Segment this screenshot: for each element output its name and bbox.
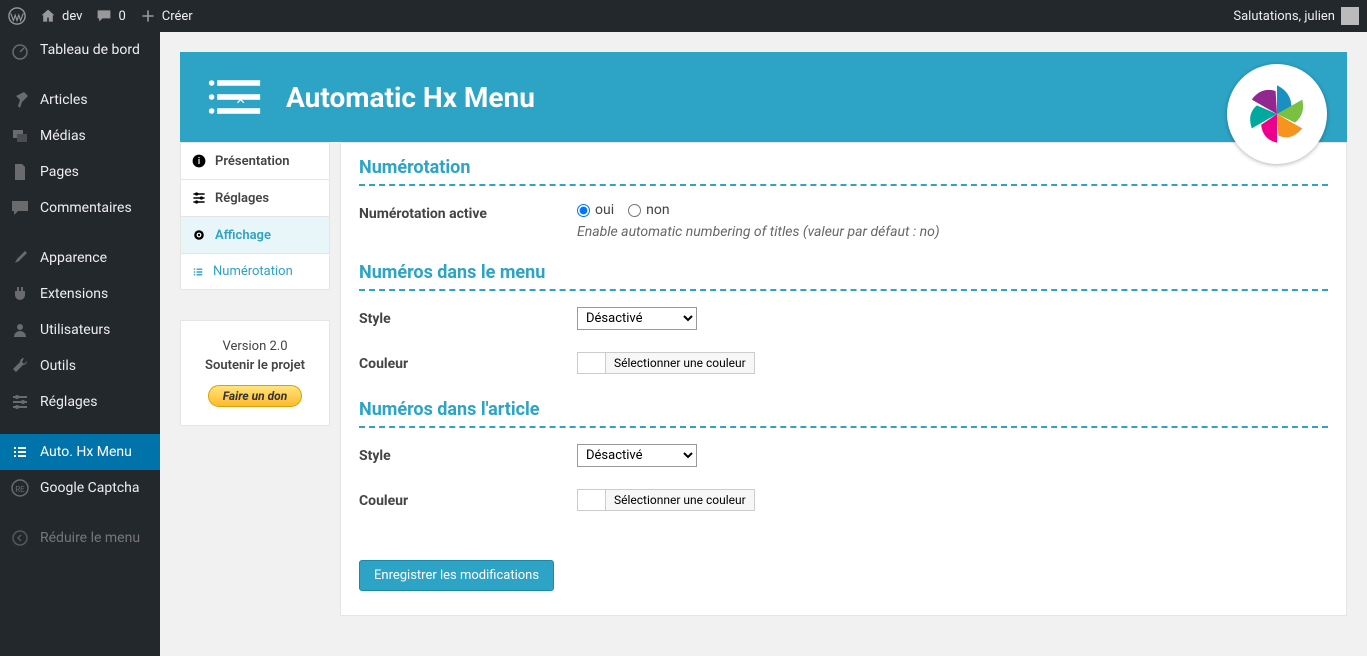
sidebar-item-captcha[interactable]: RE Google Captcha xyxy=(0,470,160,506)
sidebar-item-label: Réglages xyxy=(40,394,97,410)
avatar xyxy=(1341,7,1359,25)
account-link[interactable]: Salutations, julien xyxy=(1233,7,1359,25)
field-desc-active: Enable automatic numbering of titles (va… xyxy=(577,224,1328,240)
sub-tabs: i Présentation Réglages Affichage Numéro… xyxy=(180,142,330,290)
tab-reglages[interactable]: Réglages xyxy=(181,180,329,217)
wp-logo-link[interactable] xyxy=(8,7,26,25)
admin-bar: dev 0 Créer Salutations, julien xyxy=(0,0,1367,32)
sidebar-item-label: Extensions xyxy=(40,286,108,302)
submit-button[interactable]: Enregistrer les modifications xyxy=(359,560,554,591)
tab-label: Présentation xyxy=(215,154,290,169)
admin-sidebar: Tableau de bord Articles Médias Pages Co… xyxy=(0,32,160,656)
sidebar-item-label: Auto. Hx Menu xyxy=(40,444,132,460)
recaptcha-icon: RE xyxy=(10,478,30,498)
sidebar-item-hxmenu[interactable]: Auto. Hx Menu xyxy=(0,434,160,470)
sidebar-item-label: Commentaires xyxy=(40,200,132,216)
content-area: Automatic Hx Menu i Présentation xyxy=(160,32,1367,656)
donation-box: Version 2.0 Soutenir le projet Faire un … xyxy=(180,320,330,426)
sidebar-item-label: Apparence xyxy=(40,250,107,266)
collapse-icon xyxy=(10,528,30,548)
section-title-article: Numéros dans l'article xyxy=(359,399,1328,428)
version-text: Version 2.0 xyxy=(191,339,319,354)
brush-icon xyxy=(10,248,30,268)
color-select-button[interactable]: Sélectionner une couleur xyxy=(606,490,754,510)
select-style-menu[interactable]: Désactivé xyxy=(577,307,697,330)
select-style-article[interactable]: Désactivé xyxy=(577,444,697,467)
list-icon xyxy=(10,442,30,462)
tab-label: Numérotation xyxy=(213,264,293,279)
sidebar-item-label: Pages xyxy=(40,164,79,180)
sidebar-item-label: Réduire le menu xyxy=(40,530,140,546)
sidebar-collapse[interactable]: Réduire le menu xyxy=(0,520,160,556)
sidebar-item-label: Médias xyxy=(40,128,86,144)
sidebar-item-label: Articles xyxy=(40,92,88,108)
sidebar-item-media[interactable]: Médias xyxy=(0,118,160,154)
sidebar-item-label: Utilisateurs xyxy=(40,322,110,338)
radio-yes[interactable]: oui xyxy=(577,202,614,218)
sidebar-item-pages[interactable]: Pages xyxy=(0,154,160,190)
donate-button[interactable]: Faire un don xyxy=(208,385,303,407)
sidebar-item-label: Tableau de bord xyxy=(40,42,140,58)
tab-affichage[interactable]: Affichage xyxy=(181,217,329,254)
section-title-menu: Numéros dans le menu xyxy=(359,262,1328,291)
color-swatch xyxy=(578,353,606,373)
color-picker-menu[interactable]: Sélectionner une couleur xyxy=(577,352,755,374)
page-header: Automatic Hx Menu xyxy=(180,52,1347,142)
tab-label: Affichage xyxy=(215,228,271,243)
sidebar-item-appearance[interactable]: Apparence xyxy=(0,240,160,276)
color-select-button[interactable]: Sélectionner une couleur xyxy=(606,353,754,373)
comments-link[interactable]: 0 xyxy=(96,8,125,24)
tab-numerotation[interactable]: Numérotation xyxy=(181,254,329,289)
field-label-style-article: Style xyxy=(359,444,577,464)
color-swatch xyxy=(578,490,606,510)
support-text: Soutenir le projet xyxy=(191,358,319,373)
sidebar-item-users[interactable]: Utilisateurs xyxy=(0,312,160,348)
new-link[interactable]: Créer xyxy=(140,8,193,24)
info-icon: i xyxy=(191,153,207,169)
comment-icon xyxy=(10,198,30,218)
settings-form: Numérotation Numérotation active oui non… xyxy=(340,142,1347,616)
sidebar-item-plugins[interactable]: Extensions xyxy=(0,276,160,312)
wrench-icon xyxy=(10,356,30,376)
list-icon xyxy=(191,265,205,279)
radio-no[interactable]: non xyxy=(628,202,669,218)
site-link[interactable]: dev xyxy=(40,8,82,24)
gauge-icon xyxy=(10,40,30,60)
eye-icon xyxy=(191,227,207,243)
field-label-active: Numérotation active xyxy=(359,202,577,222)
tab-label: Réglages xyxy=(215,191,269,206)
sidebar-item-posts[interactable]: Articles xyxy=(0,82,160,118)
plus-icon xyxy=(140,8,156,24)
field-label-style-menu: Style xyxy=(359,307,577,327)
sidebar-item-dashboard[interactable]: Tableau de bord xyxy=(0,32,160,68)
home-icon xyxy=(40,8,56,24)
hx-icon xyxy=(206,76,262,118)
sidebar-item-comments[interactable]: Commentaires xyxy=(0,190,160,226)
sidebar-item-label: Google Captcha xyxy=(40,480,140,496)
field-label-color-article: Couleur xyxy=(359,489,577,509)
color-picker-article[interactable]: Sélectionner une couleur xyxy=(577,489,755,511)
sidebar-item-tools[interactable]: Outils xyxy=(0,348,160,384)
field-label-color-menu: Couleur xyxy=(359,352,577,372)
page-icon xyxy=(10,162,30,182)
sliders-icon xyxy=(191,190,207,206)
plug-icon xyxy=(10,284,30,304)
svg-text:i: i xyxy=(198,157,200,167)
comment-icon xyxy=(96,8,112,24)
pin-icon xyxy=(10,90,30,110)
media-icon xyxy=(10,126,30,146)
sidebar-item-settings[interactable]: Réglages xyxy=(0,384,160,420)
user-icon xyxy=(10,320,30,340)
section-title-numerotation: Numérotation xyxy=(359,157,1328,186)
svg-text:RE: RE xyxy=(15,485,25,494)
sliders-icon xyxy=(10,392,30,412)
tab-presentation[interactable]: i Présentation xyxy=(181,143,329,180)
plugin-logo xyxy=(1227,64,1327,164)
page-title: Automatic Hx Menu xyxy=(286,81,535,114)
sidebar-item-label: Outils xyxy=(40,358,76,374)
